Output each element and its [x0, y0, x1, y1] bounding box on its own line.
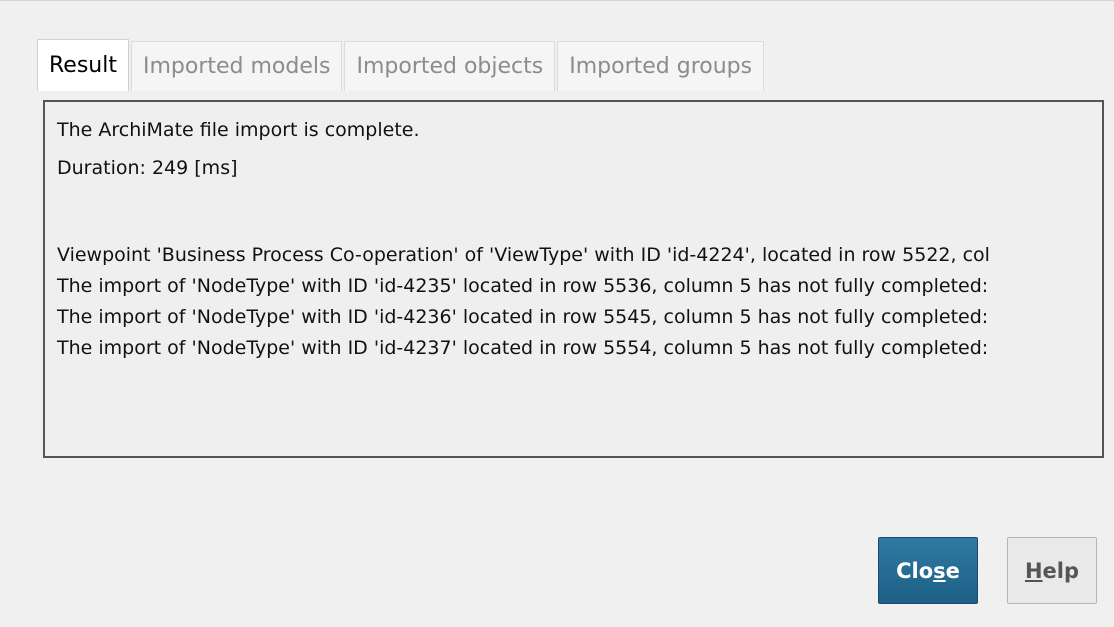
help-button-mnemonic: H: [1024, 558, 1043, 583]
tab-bar: Result Imported models Imported objects …: [37, 39, 766, 91]
close-button-label-post: e: [945, 558, 960, 583]
log-line: Viewpoint 'Business Process Co-operation…: [57, 244, 990, 266]
tab-imported-groups[interactable]: Imported groups: [557, 41, 765, 91]
close-button-mnemonic: s: [933, 558, 946, 583]
tab-imported-objects[interactable]: Imported objects: [344, 41, 556, 91]
log-line: The import of 'NodeType' with ID 'id-423…: [57, 275, 989, 297]
help-button[interactable]: Help: [1007, 537, 1097, 604]
result-panel[interactable]: The ArchiMate file import is complete. D…: [43, 100, 1104, 458]
close-button-label-pre: Clo: [896, 558, 934, 583]
import-log: Viewpoint 'Business Process Co-operation…: [57, 240, 990, 364]
tab-imported-models[interactable]: Imported models: [130, 41, 343, 91]
log-line: The import of 'NodeType' with ID 'id-423…: [57, 306, 989, 328]
close-button[interactable]: Clo s e: [878, 537, 978, 604]
tab-result[interactable]: Result: [37, 39, 129, 91]
log-line: The import of 'NodeType' with ID 'id-423…: [57, 337, 989, 359]
help-button-label-post: elp: [1042, 558, 1080, 583]
import-status-text: The ArchiMate file import is complete.: [57, 119, 420, 141]
duration-text: Duration: 249 [ms]: [57, 157, 238, 179]
import-result-dialog: Result Imported models Imported objects …: [0, 0, 1114, 627]
